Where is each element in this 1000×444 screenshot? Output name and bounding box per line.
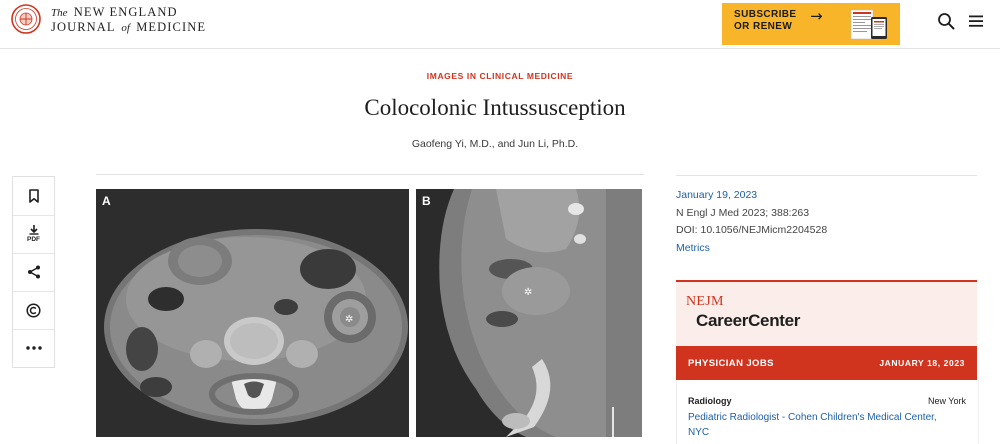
axial-ct-scan-image: ✲ — [96, 189, 409, 437]
sagittal-ct-scan-image: ✲ — [416, 189, 642, 437]
job-location: New York — [927, 396, 966, 406]
brand-journal: JOURNAL — [51, 20, 116, 34]
sidebar-top-rule — [676, 175, 977, 176]
article-title: Colocolonic Intussusception — [364, 95, 626, 120]
pdf-label: PDF — [27, 236, 40, 243]
brand-wordmark[interactable]: The NEW ENGLAND JOURNAL of MEDICINE — [51, 5, 206, 35]
bookmark-icon — [28, 189, 39, 203]
svg-text:✲: ✲ — [524, 287, 532, 298]
publication-date-link[interactable]: January 19, 2023 — [676, 187, 827, 205]
share-icon — [27, 265, 40, 279]
physician-jobs-title[interactable]: PHYSICIAN JOBS — [688, 358, 774, 369]
journal-devices-illustration-icon — [850, 9, 887, 40]
metrics-link[interactable]: Metrics — [676, 240, 827, 258]
article-tools-rail: PDF — [12, 176, 55, 368]
panel-a-label: A — [102, 194, 111, 208]
ct-image-panel-b[interactable]: ✲ B — [416, 189, 642, 437]
physician-jobs-bar: PHYSICIAN JOBS JANUARY 18, 2023 — [676, 346, 977, 380]
career-center-logo-text[interactable]: CareerCenter — [696, 311, 800, 331]
promo-line2: OR RENEW — [734, 21, 793, 32]
article-type-label[interactable]: IMAGES IN CLINICAL MEDICINE — [0, 71, 1000, 81]
permissions-button[interactable] — [13, 291, 54, 330]
article-meta: January 19, 2023 N Engl J Med 2023; 388:… — [676, 187, 827, 257]
search-icon[interactable] — [937, 12, 955, 30]
doi-text: DOI: 10.1056/NEJMicm2204528 — [676, 224, 828, 236]
figure-top-rule — [96, 174, 644, 175]
more-options-button[interactable] — [13, 329, 54, 367]
promo-line1: SUBSCRIBE — [734, 9, 797, 20]
article-figure[interactable]: ✲ A ✲ B — [96, 189, 642, 437]
job-listing: Radiology New York Pediatric Radiologist… — [676, 380, 979, 444]
brand-the: The — [51, 7, 68, 19]
citation-text: N Engl J Med 2023; 388:263 — [676, 206, 810, 219]
svg-text:✲: ✲ — [345, 314, 353, 325]
menu-icon[interactable] — [968, 13, 984, 29]
career-center-widget: NEJM CareerCenter PHYSICIAN JOBS JANUARY… — [676, 280, 979, 444]
physician-jobs-date: JANUARY 18, 2023 — [879, 358, 965, 368]
article-authors[interactable]: Gaofeng Yi, M.D., and Jun Li, Ph.D. — [0, 138, 990, 150]
panel-b-label: B — [422, 194, 431, 208]
arrow-right-icon: → — [810, 7, 823, 25]
nejm-seal-logo[interactable] — [11, 4, 41, 34]
pdf-download-button[interactable]: PDF — [13, 215, 54, 254]
bookmark-button[interactable] — [13, 177, 54, 216]
brand-medicine: MEDICINE — [136, 20, 207, 34]
job-specialty: Radiology — [688, 396, 732, 406]
subscribe-promo-banner[interactable]: SUBSCRIBE OR RENEW → — [722, 3, 900, 45]
job-title-link[interactable]: Pediatric Radiologist - Cohen Children's… — [688, 410, 958, 440]
career-center-nejm-logo[interactable]: NEJM — [686, 294, 724, 310]
share-button[interactable] — [13, 253, 54, 292]
copyright-icon — [26, 302, 41, 318]
pdf-download-icon — [29, 225, 38, 235]
brand-of: of — [121, 22, 130, 34]
more-icon — [25, 346, 42, 350]
site-header: The NEW ENGLAND JOURNAL of MEDICINE SUBS… — [0, 0, 1000, 49]
brand-line1: NEW ENGLAND — [73, 5, 178, 19]
ct-image-panel-a[interactable]: ✲ A — [96, 189, 409, 437]
